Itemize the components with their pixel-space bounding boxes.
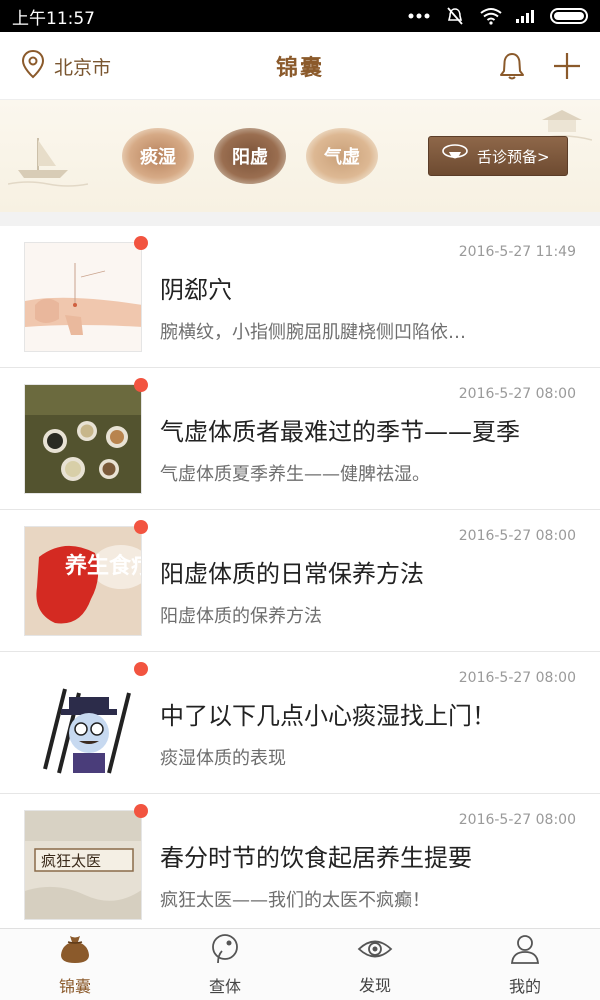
article-summary: 阳虚体质的保养方法 bbox=[160, 606, 322, 627]
constitution-banner: 痰湿 阳虚 气虚 舌诊预备> bbox=[0, 100, 600, 212]
unread-dot bbox=[134, 520, 148, 534]
article-date: 2016-5-27 08:00 bbox=[458, 528, 576, 544]
article-title: 气虚体质者最难过的季节——夏季 bbox=[160, 418, 520, 446]
unread-dot bbox=[134, 378, 148, 392]
add-icon[interactable] bbox=[552, 51, 582, 81]
constitution-yangxu-button[interactable]: 阳虚 bbox=[214, 128, 286, 184]
list-item[interactable]: 2016-5-27 08:00 气虚体质者最难过的季节——夏季 气虚体质夏季养生… bbox=[0, 368, 600, 510]
tab-label: 锦囊 bbox=[58, 976, 91, 996]
page-title: 锦囊 bbox=[275, 55, 324, 81]
city-label: 北京市 bbox=[54, 56, 112, 79]
bell-icon[interactable] bbox=[498, 51, 526, 81]
article-title: 中了以下几点小心痰湿找上门！ bbox=[160, 702, 496, 730]
thumb-text: 疯狂太医 bbox=[41, 852, 101, 870]
list-item[interactable]: 2016-5-27 08:00 中了以下几点小心痰湿找上门！ 痰湿体质的表现 bbox=[0, 652, 600, 794]
body-check-icon bbox=[208, 933, 242, 969]
signal-icon bbox=[514, 6, 540, 26]
tab-jinnang[interactable]: 锦囊 bbox=[0, 929, 150, 1000]
battery-icon bbox=[550, 8, 588, 24]
status-icons bbox=[406, 6, 588, 26]
grains-thumbnail bbox=[24, 384, 142, 494]
unread-dot bbox=[134, 804, 148, 818]
diet-therapy-thumbnail: 养生食疗 bbox=[24, 526, 142, 636]
boat-illustration-icon bbox=[7, 130, 89, 194]
list-item[interactable]: 疯狂太医 2016-5-27 08:00 春分时节的饮食起居养生提要 疯狂太医—… bbox=[0, 794, 600, 928]
tab-label: 查体 bbox=[208, 976, 241, 996]
article-date: 2016-5-27 08:00 bbox=[458, 386, 576, 402]
article-title: 春分时节的饮食起居养生提要 bbox=[160, 844, 472, 872]
constitution-label: 气虚 bbox=[324, 147, 360, 168]
tab-chati[interactable]: 查体 bbox=[150, 929, 300, 1000]
tab-label: 发现 bbox=[358, 975, 391, 995]
tongue-icon bbox=[441, 143, 469, 169]
article-date: 2016-5-27 08:00 bbox=[458, 670, 576, 686]
list-item[interactable]: 2016-5-27 11:49 阴郄穴 腕横纹，小指侧腕屈肌腱桡侧凹陷依… bbox=[0, 226, 600, 368]
article-title: 阴郄穴 bbox=[160, 276, 232, 304]
eye-icon bbox=[357, 934, 393, 968]
article-title: 阳虚体质的日常保养方法 bbox=[160, 560, 424, 588]
user-icon bbox=[509, 933, 541, 969]
tab-faxian[interactable]: 发现 bbox=[300, 929, 450, 1000]
article-summary: 腕横纹，小指侧腕屈肌腱桡侧凹陷依… bbox=[160, 322, 466, 343]
wifi-icon bbox=[478, 6, 504, 26]
constitution-tanshi-button[interactable]: 痰湿 bbox=[122, 128, 194, 184]
status-bar: 上午11:57 bbox=[0, 0, 600, 32]
bottom-tab-bar: 锦囊 查体 发现 我的 bbox=[0, 928, 600, 1000]
article-summary: 痰湿体质的表现 bbox=[160, 748, 286, 769]
article-date: 2016-5-27 08:00 bbox=[458, 812, 576, 828]
article-summary: 疯狂太医——我们的太医不疯癫！ bbox=[160, 890, 430, 911]
header-actions bbox=[498, 32, 582, 100]
constitution-label: 痰湿 bbox=[140, 147, 176, 168]
section-divider bbox=[0, 212, 600, 226]
more-dots-icon bbox=[406, 6, 432, 26]
location-pin-icon bbox=[20, 49, 46, 84]
article-date: 2016-5-27 11:49 bbox=[458, 244, 576, 260]
location-selector[interactable]: 北京市 bbox=[20, 32, 111, 100]
status-time: 上午11:57 bbox=[12, 8, 95, 29]
constitution-label: 阳虚 bbox=[232, 147, 268, 168]
pouch-icon bbox=[58, 933, 92, 969]
tongue-diagnosis-button[interactable]: 舌诊预备> bbox=[428, 136, 568, 176]
crazy-doctor-thumbnail: 疯狂太医 bbox=[24, 810, 142, 920]
tongue-button-label: 舌诊预备> bbox=[477, 147, 550, 166]
article-summary: 气虚体质夏季养生——健脾祛湿。 bbox=[160, 464, 430, 485]
thumb-text: 养生食疗 bbox=[64, 553, 142, 579]
unread-dot bbox=[134, 662, 148, 676]
app-header: 北京市 锦囊 bbox=[0, 32, 600, 100]
mute-bell-icon bbox=[442, 6, 468, 26]
tab-label: 我的 bbox=[508, 976, 541, 996]
constitution-qixu-button[interactable]: 气虚 bbox=[306, 128, 378, 184]
tab-wode[interactable]: 我的 bbox=[450, 929, 600, 1000]
unread-dot bbox=[134, 236, 148, 250]
cartoon-doctor-thumbnail bbox=[24, 668, 142, 778]
acupoint-thumbnail bbox=[24, 242, 142, 352]
list-item[interactable]: 养生食疗 2016-5-27 08:00 阳虚体质的日常保养方法 阳虚体质的保养… bbox=[0, 510, 600, 652]
article-list: 2016-5-27 11:49 阴郄穴 腕横纹，小指侧腕屈肌腱桡侧凹陷依… 20… bbox=[0, 226, 600, 928]
